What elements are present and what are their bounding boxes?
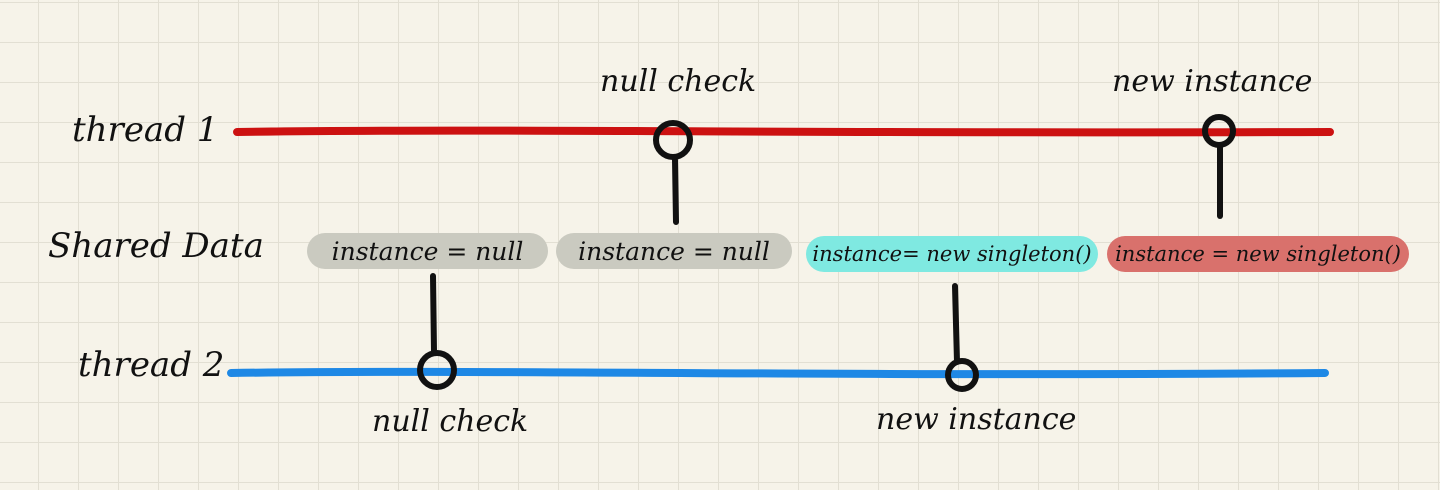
shared-state-pill: instance = null bbox=[307, 233, 548, 269]
thread1-new-instance-label: new instance bbox=[1112, 64, 1313, 99]
shared-state-pill: instance = null bbox=[556, 233, 792, 269]
thread2-new-instance-label: new instance bbox=[876, 402, 1077, 437]
thread2-label: thread 2 bbox=[78, 345, 225, 385]
shared-state-pill: instance= new singleton() bbox=[806, 236, 1098, 272]
shared-state-text: instance = null bbox=[578, 236, 770, 266]
shared-state-text: instance= new singleton() bbox=[812, 242, 1092, 266]
shared-data-label: Shared Data bbox=[48, 226, 264, 266]
thread1-null-check-connector bbox=[672, 157, 679, 225]
shared-state-text: instance = new singleton() bbox=[1115, 242, 1401, 266]
thread1-null-check-label: null check bbox=[600, 64, 757, 99]
thread2-timeline bbox=[227, 367, 1329, 379]
thread1-timeline bbox=[233, 126, 1334, 137]
thread2-null-check-connector bbox=[430, 273, 437, 355]
thread1-label: thread 1 bbox=[72, 110, 219, 150]
shared-state-text: instance = null bbox=[331, 236, 524, 266]
thread2-null-check-label: null check bbox=[372, 404, 529, 439]
thread2-new-instance-connector bbox=[952, 283, 960, 365]
shared-state-pill: instance = new singleton() bbox=[1107, 236, 1409, 272]
